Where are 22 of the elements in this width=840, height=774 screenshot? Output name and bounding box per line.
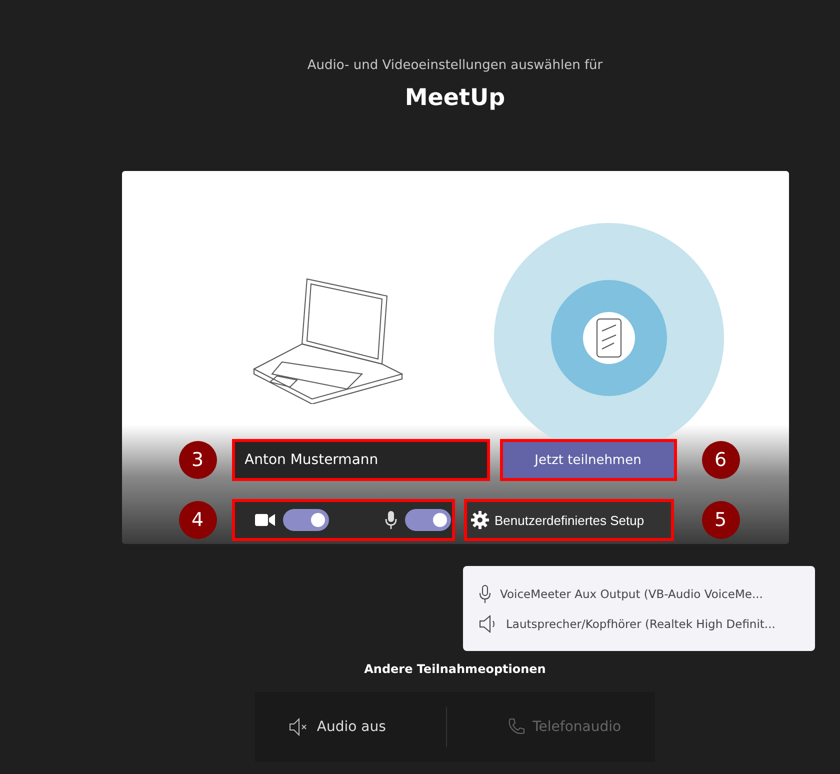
microphone-toggle[interactable] bbox=[404, 509, 450, 531]
audio-off-button[interactable]: Audio aus bbox=[280, 714, 394, 740]
section-title: Andere Teilnahmeoptionen bbox=[364, 662, 546, 676]
join-button[interactable]: Jetzt teilnehmen bbox=[500, 439, 676, 481]
phone-icon bbox=[506, 718, 525, 736]
annotation-marker: 4 bbox=[178, 501, 216, 539]
annotation-marker: 3 bbox=[178, 441, 216, 479]
speaker-muted-icon bbox=[288, 718, 309, 736]
name-field[interactable]: Anton Mustermann bbox=[232, 439, 490, 481]
meeting-subtitle: Audio- und Videoeinstellungen auswählen für bbox=[307, 58, 603, 73]
camera-icon bbox=[254, 513, 274, 527]
device-menu-item[interactable]: VoiceMeeter Aux Output (VB-Audio VoiceMe... bbox=[479, 584, 805, 602]
annotation-marker: 5 bbox=[702, 501, 740, 539]
annotation-marker: 6 bbox=[702, 441, 740, 479]
microphone-icon bbox=[479, 584, 491, 602]
custom-setup-button[interactable]: Benutzerdefiniertes Setup bbox=[464, 499, 674, 541]
speaker-icon bbox=[479, 614, 497, 632]
meeting-title: MeetUp bbox=[404, 85, 506, 111]
microphone-icon bbox=[384, 511, 396, 529]
settings-icon bbox=[470, 511, 488, 529]
camera-toggle[interactable] bbox=[282, 509, 328, 531]
device-menu-item[interactable]: Lautsprecher/Kopfhörer (Realtek High Definit... bbox=[479, 614, 805, 632]
